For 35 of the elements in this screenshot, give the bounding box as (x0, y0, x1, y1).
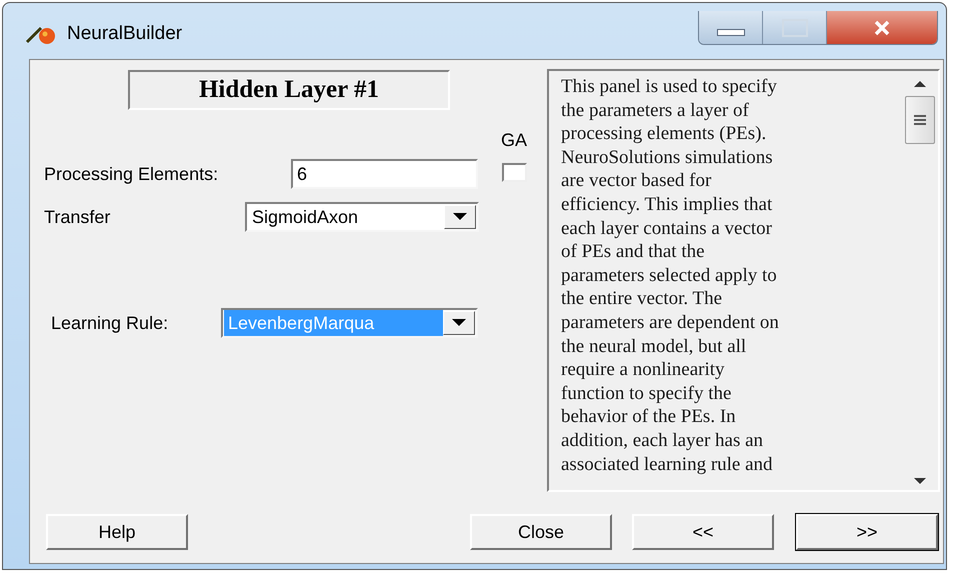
dialog-button[interactable]: Close (470, 514, 612, 550)
help-text-line: NeuroSolutions simulations (561, 146, 774, 170)
scroll-thumb[interactable] (905, 96, 935, 144)
field-label: Learning Rule: (50, 312, 170, 334)
help-text-line: parameters are dependent on (561, 310, 780, 335)
help-text-line: efficiency. This implies that (561, 192, 774, 217)
ga-label: GA (501, 130, 528, 151)
scroll-down-icon[interactable] (914, 478, 926, 484)
help-text-line: the entire vector. The (561, 287, 724, 311)
field-label: Processing Elements: (43, 164, 220, 184)
help-text-line: behavior of the PEs. In (561, 405, 737, 429)
close-button[interactable] (827, 11, 937, 44)
help-text-line: function to specify the (561, 382, 732, 406)
help-text-line: each layer contains a vector (561, 216, 773, 240)
field-label: Transfer (43, 206, 112, 228)
help-text-line: the neural model, but all (561, 334, 748, 358)
help-text-line: addition, each layer has an (561, 428, 764, 452)
window-title: NeuralBuilder (67, 23, 182, 45)
dialog-button[interactable]: >> (796, 514, 938, 550)
minimize-button[interactable] (699, 11, 763, 44)
dialog-button[interactable]: Help (46, 514, 188, 550)
ga-checkbox[interactable] (502, 163, 526, 182)
help-text-line: are vector based for (561, 169, 712, 193)
layer-heading: Hidden Layer #1 (128, 70, 450, 110)
help-text-line: of PEs and that the (561, 240, 706, 264)
dropdown[interactable]: SigmoidAxon (245, 202, 479, 232)
help-text-line: parameters selected apply to (561, 264, 778, 288)
help-text-line: associated learning rule and (561, 452, 774, 476)
help-text-line: processing elements (PEs). (561, 122, 768, 146)
processing-elements-field[interactable]: 6 (291, 159, 478, 189)
scroll-up-icon[interactable] (914, 81, 926, 87)
help-text-line: the parameters a layer of (561, 98, 750, 122)
help-text-line: require a nonlinearity (561, 358, 726, 382)
help-text-line: This panel is used to specify (561, 75, 778, 99)
dialog-button[interactable]: << (632, 514, 774, 550)
